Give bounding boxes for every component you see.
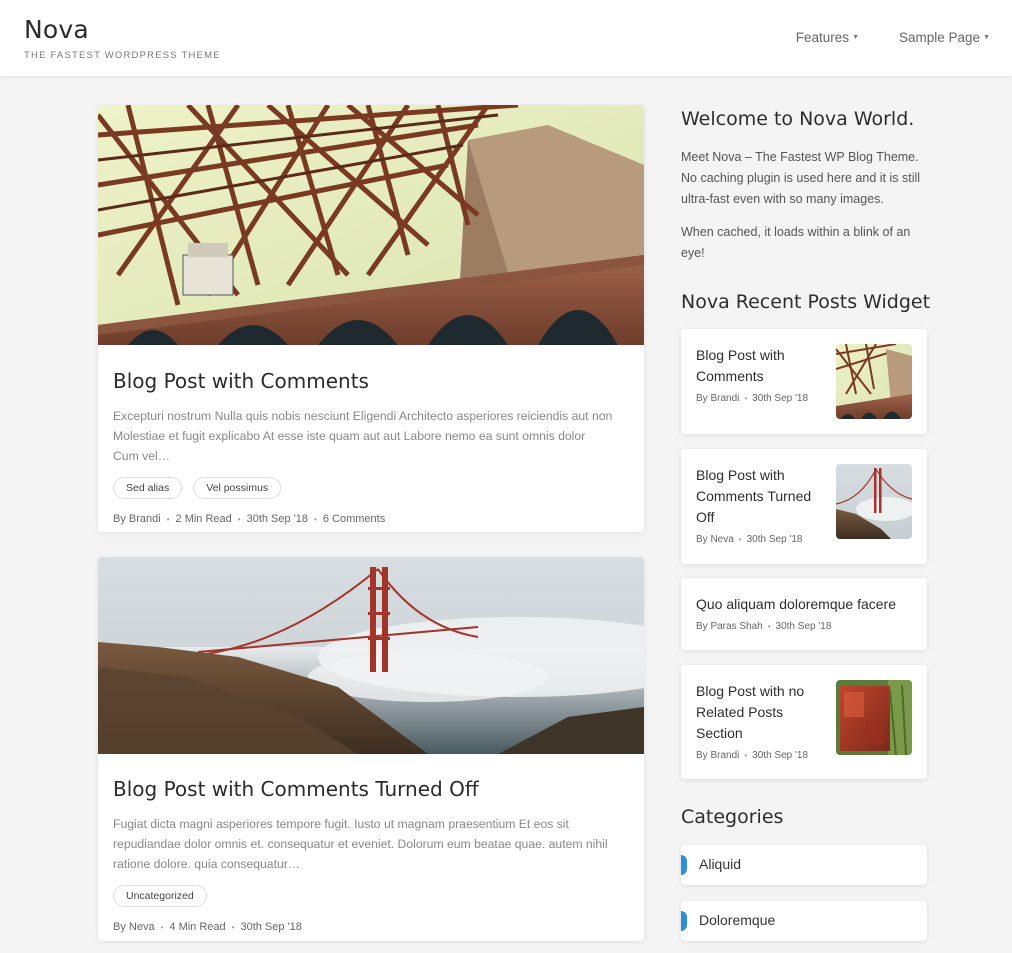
post-date: 30th Sep '18 — [246, 513, 309, 525]
nav-item-sample-page[interactable]: Sample Page ▼ — [899, 30, 990, 45]
recent-post-meta: By Neva • 30th Sep '18 — [696, 534, 802, 545]
site-title[interactable]: Nova — [24, 15, 89, 44]
post-title-link[interactable]: Blog Post with Comments — [113, 369, 629, 393]
post-card-body: Blog Post with Comments Excepturi nostru… — [98, 369, 644, 525]
recent-post-title[interactable]: Blog Post with Comments Turned Off — [696, 465, 831, 528]
separator-dot-icon: • — [314, 514, 317, 524]
recent-post-date: 30th Sep '18 — [775, 621, 832, 632]
post-meta: By Neva • 4 Min Read • 30th Sep '18 — [113, 921, 629, 933]
recent-post-author[interactable]: By Brandi — [696, 750, 739, 761]
separator-dot-icon: • — [166, 514, 170, 524]
nav-item-label: Sample Page — [899, 30, 981, 45]
post-author[interactable]: By Brandi — [113, 513, 161, 525]
recent-post-item[interactable]: Quo aliquam doloremque facere By Paras S… — [681, 578, 927, 650]
post-read-time: 4 Min Read — [169, 921, 226, 933]
site-header: Nova THE FASTEST WORDPRESS THEME Feature… — [0, 0, 1012, 76]
post-meta: By Brandi • 2 Min Read • 30th Sep '18 • … — [113, 513, 629, 525]
post-excerpt: Fugiat dicta magni asperiores tempore fu… — [113, 817, 608, 871]
separator-dot-icon: • — [738, 535, 742, 544]
caret-down-icon: ▼ — [852, 34, 859, 41]
category-label: Doloremque — [699, 912, 776, 928]
recent-post-meta: By Paras Shah • 30th Sep '18 — [696, 621, 831, 632]
category-bullet-icon — [681, 911, 687, 931]
post-tags: Uncategorized — [113, 885, 629, 907]
post-card-body: Blog Post with Comments Turned Off Fugia… — [98, 777, 644, 933]
post-excerpt: Excepturi nostrum Nulla quis nobis nesci… — [113, 409, 613, 463]
post-author[interactable]: By Neva — [113, 921, 155, 933]
separator-dot-icon: • — [237, 514, 241, 524]
widget-title-categories: Categories — [681, 806, 784, 828]
post-card: Blog Post with Comments Excepturi nostru… — [98, 105, 644, 532]
separator-dot-icon: • — [160, 922, 164, 932]
post-comments-link[interactable]: 6 Comments — [323, 513, 385, 525]
separator-dot-icon: • — [767, 622, 771, 631]
nav-item-features[interactable]: Features ▼ — [796, 30, 859, 45]
caret-down-icon: ▼ — [983, 34, 990, 41]
category-label: Aliquid — [699, 856, 742, 872]
recent-post-title[interactable]: Blog Post with Comments — [696, 345, 831, 387]
recent-post-date: 30th Sep '18 — [746, 534, 803, 545]
main-nav: Features ▼ Sample Page ▼ — [796, 30, 990, 45]
nav-item-label: Features — [795, 30, 850, 45]
category-item-aliquid[interactable]: Aliquid — [681, 845, 927, 885]
post-title-link[interactable]: Blog Post with Comments Turned Off — [113, 777, 629, 801]
separator-dot-icon: • — [744, 394, 748, 403]
tag-vel-possimus[interactable]: Vel possimus — [193, 477, 282, 499]
recent-post-title[interactable]: Blog Post with no Related Posts Section — [696, 681, 831, 744]
post-tags: Sed alias Vel possimus — [113, 477, 629, 499]
recent-post-thumbnail[interactable] — [836, 680, 912, 755]
separator-dot-icon: • — [744, 751, 748, 760]
recent-post-thumbnail[interactable] — [836, 464, 912, 539]
recent-post-author[interactable]: By Neva — [696, 534, 734, 545]
widget-title-welcome: Welcome to Nova World. — [681, 108, 915, 130]
recent-post-author[interactable]: By Brandi — [696, 393, 739, 404]
post-featured-image-golden-gate[interactable] — [98, 557, 644, 754]
post-card: Blog Post with Comments Turned Off Fugia… — [98, 557, 644, 941]
category-item-doloremque[interactable]: Doloremque — [681, 901, 927, 941]
recent-post-title[interactable]: Quo aliquam doloremque facere — [696, 594, 916, 615]
recent-post-item[interactable]: Blog Post with Comments By Brandi • 30th… — [681, 329, 927, 434]
recent-post-date: 30th Sep '18 — [752, 393, 809, 404]
recent-post-thumbnail[interactable] — [836, 344, 912, 419]
welcome-paragraph: When cached, it loads within a blink of … — [681, 225, 911, 260]
site-tagline: THE FASTEST WORDPRESS THEME — [24, 50, 221, 61]
post-featured-image-bridge-steel[interactable] — [98, 105, 644, 345]
category-bullet-icon — [681, 855, 687, 875]
recent-post-meta: By Brandi • 30th Sep '18 — [696, 750, 808, 761]
recent-post-date: 30th Sep '18 — [752, 750, 809, 761]
recent-post-item[interactable]: Blog Post with Comments Turned Off By Ne… — [681, 449, 927, 564]
post-read-time: 2 Min Read — [175, 513, 232, 525]
tag-uncategorized[interactable]: Uncategorized — [113, 885, 207, 907]
widget-title-recent-posts: Nova Recent Posts Widget — [681, 291, 931, 313]
recent-post-meta: By Brandi • 30th Sep '18 — [696, 393, 808, 404]
welcome-paragraph: Meet Nova – The Fastest WP Blog Theme. N… — [681, 150, 921, 206]
recent-post-item[interactable]: Blog Post with no Related Posts Section … — [681, 665, 927, 779]
recent-post-author[interactable]: By Paras Shah — [696, 621, 763, 632]
post-date: 30th Sep '18 — [240, 921, 302, 933]
separator-dot-icon: • — [231, 922, 235, 932]
tag-sed-alias[interactable]: Sed alias — [113, 477, 183, 499]
